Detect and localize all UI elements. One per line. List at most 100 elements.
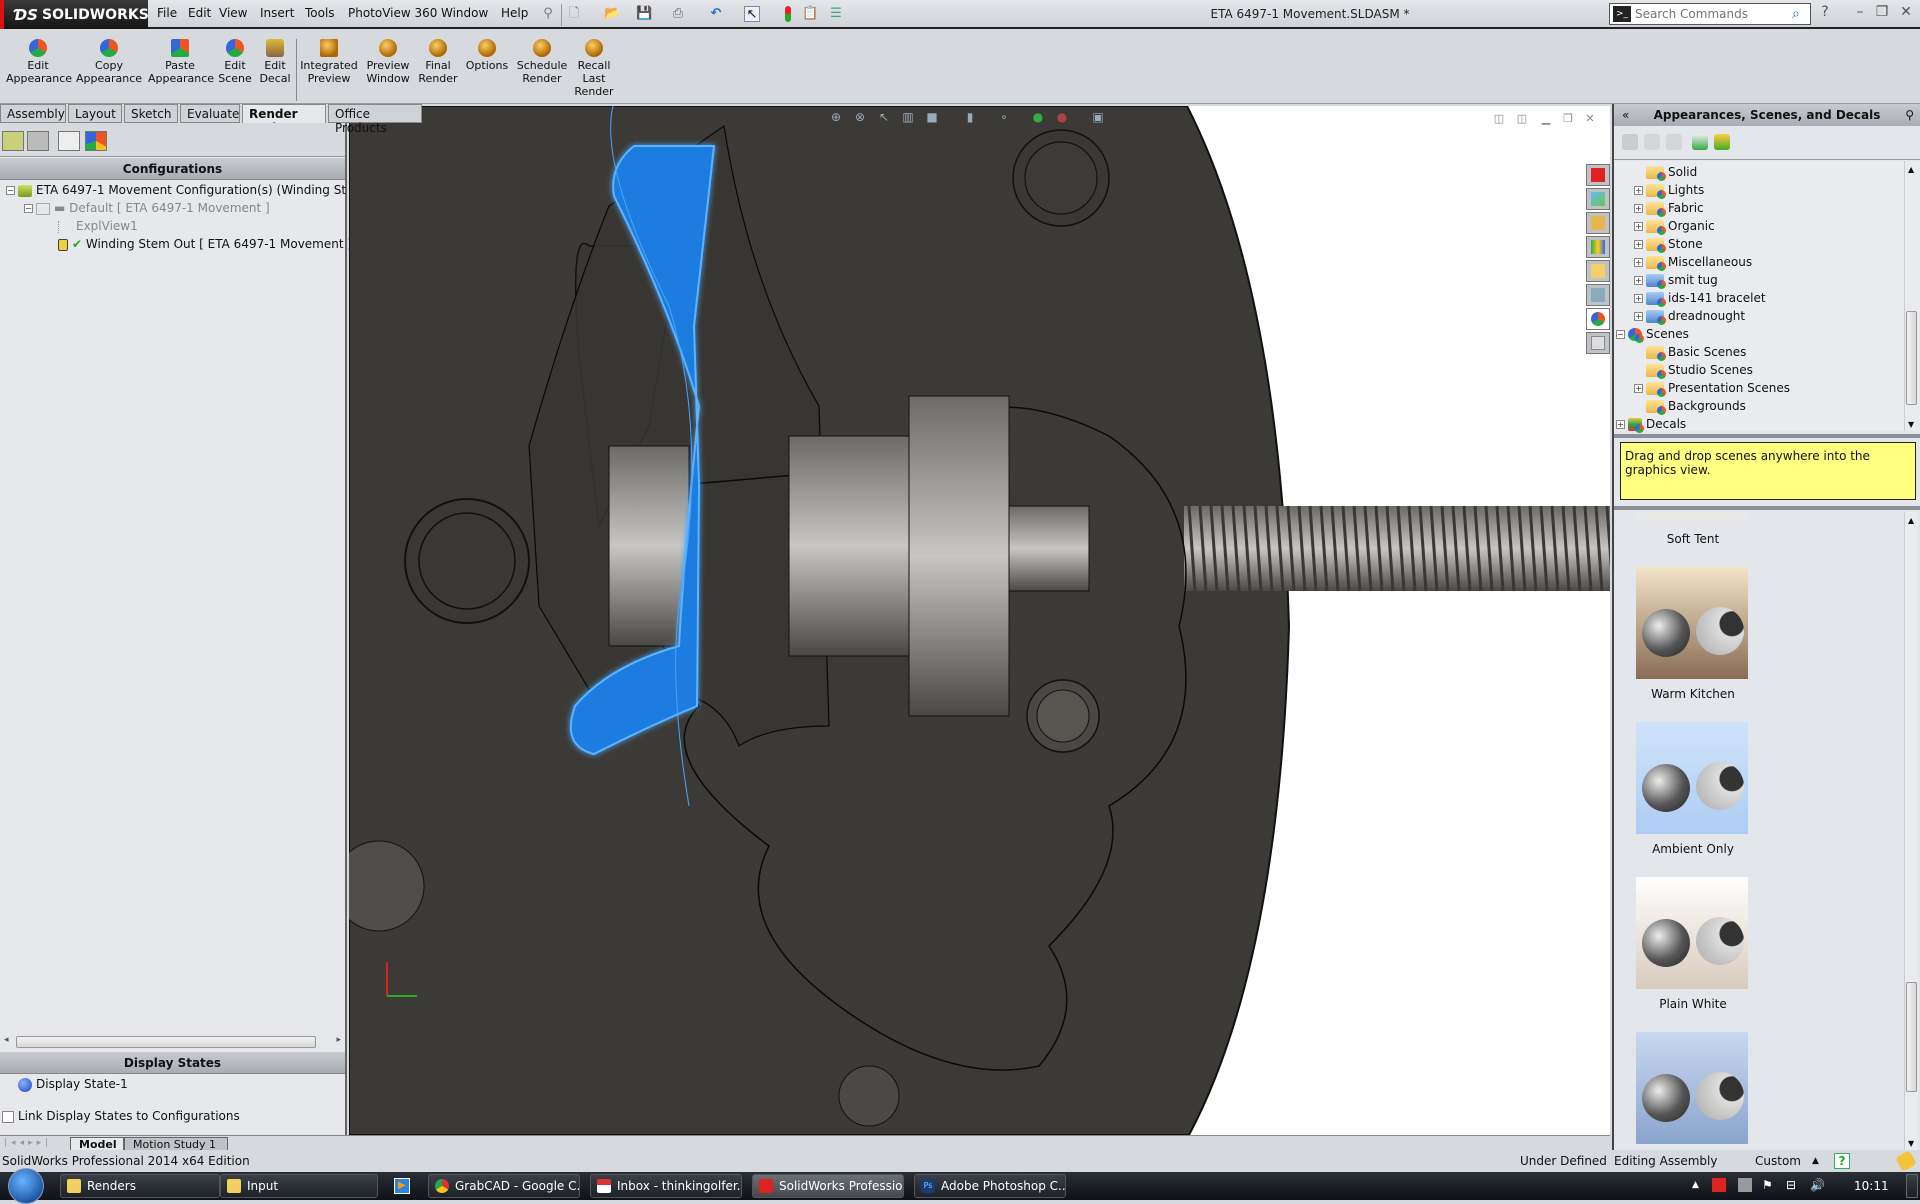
display-state-item[interactable]: Display State-1 (18, 1075, 128, 1093)
taskbar-item-photoshop[interactable]: Ps Adobe Photoshop C... (914, 1174, 1066, 1198)
collapse-icon[interactable]: − (24, 204, 33, 213)
tab-assembly[interactable]: Assembly (0, 104, 66, 123)
tree-item-studio-scenes[interactable]: Studio Scenes (1634, 361, 1753, 379)
expand-icon[interactable]: + (1634, 258, 1643, 267)
view-settings-icon[interactable]: ▣ (1091, 110, 1105, 124)
network-icon[interactable]: ⊟ (1786, 1178, 1796, 1192)
collapse-pane-icon[interactable]: « (1622, 104, 1629, 126)
menu-insert[interactable]: Insert (260, 6, 294, 20)
scene-thumbnail[interactable] (1636, 512, 1748, 524)
link-display-states-checkbox[interactable]: Link Display States to Configurations (2, 1107, 240, 1125)
tree-item-stone[interactable]: + Stone (1634, 235, 1703, 253)
scroll-down-icon[interactable]: ▼ (1908, 420, 1914, 429)
solidworks-tray-icon[interactable] (1712, 1178, 1726, 1192)
tree-vertical-scrollbar[interactable]: ▲ ▼ (1904, 161, 1918, 431)
tab-office-products[interactable]: Office Products (328, 104, 422, 135)
tab-motion-study-1[interactable]: Motion Study 1 (124, 1137, 228, 1151)
edit-scene-button[interactable]: Edit Scene (218, 39, 252, 85)
zoom-to-area-icon[interactable]: ⊗ (853, 110, 867, 124)
preview-window-button[interactable]: Preview Window (362, 39, 414, 85)
options-button[interactable]: Options (464, 39, 510, 72)
scroll-left-icon[interactable]: ◂ (4, 1035, 9, 1045)
checkbox[interactable] (2, 1110, 14, 1123)
clock[interactable]: 10:11 (1854, 1179, 1889, 1193)
tab-3d-content-central[interactable] (1586, 212, 1610, 234)
pane-splitter[interactable] (1614, 506, 1920, 510)
media-player-icon[interactable]: ▶ (394, 1178, 410, 1194)
tab-custom-properties[interactable] (1586, 332, 1610, 354)
section-view-icon[interactable]: ▥ (901, 110, 915, 124)
tree-item-winding-stem-out[interactable]: ✔ Winding Stem Out [ ETA 6497-1 Movement… (58, 235, 352, 253)
scene-item[interactable]: Warm Kitchen (1636, 567, 1750, 701)
units-expand-icon[interactable]: ▲ (1812, 1150, 1819, 1172)
tab-design-library[interactable] (1586, 188, 1610, 210)
pin-pane-icon[interactable]: ⚲ (1905, 104, 1914, 126)
expand-icon[interactable]: + (1616, 420, 1625, 429)
action-center-flag-icon[interactable]: ⚑ (1762, 1178, 1773, 1192)
edit-decal-button[interactable]: Edit Decal (258, 39, 292, 85)
close-button[interactable]: ✕ (1896, 4, 1916, 24)
rebuild-traffic-light-icon[interactable] (785, 6, 791, 22)
horizontal-scrollbar[interactable]: ◂ ▸ (2, 1034, 343, 1050)
tree-item-lights[interactable]: + Lights (1634, 181, 1704, 199)
tab-appearances-scenes-decals[interactable] (1586, 308, 1610, 330)
tag-icon[interactable] (1895, 1150, 1917, 1172)
menu-help[interactable]: Help (501, 6, 528, 20)
menu-window[interactable]: Window (441, 6, 488, 20)
scroll-down-icon[interactable]: ▼ (1908, 1139, 1914, 1148)
select-pointer-icon[interactable]: ↖ (744, 6, 760, 22)
tree-item-solid[interactable]: Solid (1634, 163, 1697, 181)
expand-icon[interactable]: + (1634, 186, 1643, 195)
tab-solidworks-resources[interactable] (1586, 164, 1610, 186)
scene-thumbnail[interactable] (1636, 877, 1748, 989)
menu-file[interactable]: File (157, 6, 177, 20)
tree-item-ids-141-bracelet[interactable]: + ids-141 bracelet (1634, 289, 1766, 307)
tab-model[interactable]: Model (70, 1137, 124, 1151)
search-commands[interactable]: >_ ⌕ (1609, 3, 1811, 25)
scene-item[interactable]: Soft Tent (1636, 512, 1750, 546)
tab-custom-library[interactable] (1586, 236, 1610, 258)
paste-appearance-button[interactable]: Paste Appearance (148, 39, 214, 85)
viewport-close-icon[interactable]: ✕ (1583, 112, 1597, 126)
zoom-to-fit-icon[interactable]: ⊕ (829, 110, 843, 124)
pin-icon[interactable]: ⚲ (540, 6, 556, 22)
taskbar-item-inbox[interactable]: Inbox - thinkingolfer... (590, 1174, 742, 1198)
search-input[interactable] (1635, 7, 1792, 21)
units-dropdown[interactable]: Custom (1755, 1150, 1801, 1172)
save-icon[interactable]: 💾 (636, 6, 652, 22)
scene-thumbnail[interactable] (1636, 722, 1748, 834)
restore-button[interactable]: ❐ (1872, 4, 1892, 24)
tab-sketch[interactable]: Sketch (124, 104, 178, 123)
tree-item-decals[interactable]: + Decals (1616, 415, 1686, 433)
viewport-split-right-icon[interactable]: ◫ (1515, 112, 1529, 126)
scene-item[interactable] (1636, 1032, 1750, 1150)
pane-splitter[interactable] (1614, 434, 1920, 438)
configuration-manager-tab-icon[interactable] (58, 131, 80, 151)
scene-item[interactable]: Plain White (1636, 877, 1750, 1011)
tab-render-tools[interactable]: Render Tools (242, 104, 326, 135)
scrollbar-thumb[interactable] (1906, 311, 1917, 405)
taskbar-item-input[interactable]: Input (220, 1174, 378, 1198)
tab-file-explorer[interactable] (1586, 260, 1610, 282)
integrated-preview-button[interactable]: Integrated Preview (300, 39, 358, 85)
graphics-view[interactable]: ⊕ ⊗ ↖ ▥ ■ ▮ ∘ ● ● ▣ ◫ ◫ ▁ ❐ ✕ (349, 106, 1610, 1135)
tab-scroll-arrows-icon[interactable]: |◂◂▸▸| (4, 1138, 52, 1148)
add-appearance-icon[interactable] (1622, 134, 1638, 150)
help-icon[interactable]: ? (1815, 4, 1835, 24)
tree-item-organic[interactable]: + Organic (1634, 217, 1715, 235)
expand-icon[interactable]: − (1616, 330, 1625, 339)
tree-item-miscellaneous[interactable]: + Miscellaneous (1634, 253, 1752, 271)
collapse-icon[interactable]: − (6, 186, 15, 195)
show-desktop-button[interactable] (1906, 1174, 1918, 1198)
tree-item-backgrounds[interactable]: Backgrounds (1634, 397, 1746, 415)
property-manager-tab-icon[interactable] (27, 131, 49, 151)
tree-root-configurations[interactable]: − ETA 6497-1 Movement Configuration(s) (W… (6, 181, 346, 199)
viewport-restore-icon[interactable]: ❐ (1561, 112, 1575, 126)
expand-icon[interactable]: + (1634, 204, 1643, 213)
display-style-icon[interactable]: ▮ (963, 110, 977, 124)
scene-item[interactable]: Ambient Only (1636, 722, 1750, 856)
tree-item-basic-scenes[interactable]: Basic Scenes (1634, 343, 1746, 361)
scrollbar-thumb[interactable] (1906, 982, 1917, 1092)
quick-tips-help-icon[interactable]: ? (1834, 1153, 1850, 1169)
taskbar-item-solidworks[interactable]: SolidWorks Professio... (752, 1174, 904, 1198)
